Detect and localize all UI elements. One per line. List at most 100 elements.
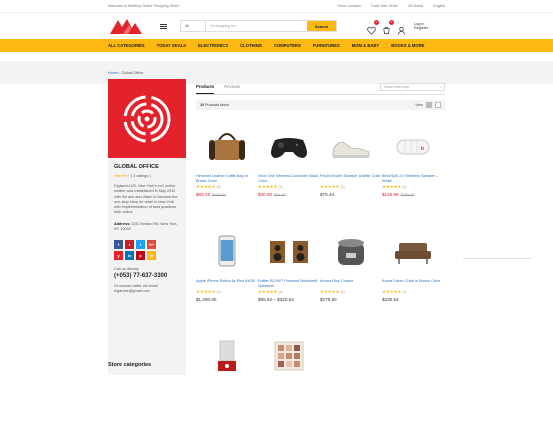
product-card[interactable]: Herschel Leather Duffle Bag In Brown Col… (196, 121, 258, 226)
product-stars: ★★★★★ (382, 289, 402, 294)
vendor-email[interactable]: bigarcee@gmail.com (114, 289, 180, 294)
shop-search-input[interactable]: Search this shop ⌕ (380, 82, 445, 91)
product-stars: ★★★★★ (258, 184, 278, 189)
product-current-price: $85.62 – $320.54 (258, 296, 294, 302)
nav-electronics[interactable]: ELECTRONICS (198, 43, 228, 48)
search-icon[interactable]: ⌕ (440, 85, 442, 89)
product-rating: ★★★★★ (1) (382, 184, 444, 190)
main-content: Products Reviews Search this shop ⌕ 10 Pr… (196, 79, 445, 436)
vendor-description: Digiworld US, New York's no1 online reta… (114, 184, 178, 215)
store-location-link[interactable]: Store Location (337, 4, 360, 8)
pinterest-icon[interactable]: p (136, 251, 145, 261)
product-price: $69.29 $100.00 (196, 192, 258, 197)
product-review-count: (1) (216, 290, 221, 294)
bookshelf-speakers-icon[interactable] (262, 226, 317, 276)
grid-view-icon[interactable] (426, 102, 432, 108)
blender-icon[interactable] (200, 331, 255, 381)
facebook-icon[interactable]: f (114, 240, 123, 250)
product-current-price: $69.29 (196, 191, 211, 197)
user-icon[interactable] (397, 22, 406, 35)
social-links: f t t G+ y in p G (114, 240, 166, 261)
currency-select[interactable]: US Dollar (408, 4, 423, 8)
search-input[interactable]: I'm shopping for... (206, 21, 307, 31)
products-found-label: Products found (205, 103, 230, 107)
cart-count: 0 (389, 19, 394, 25)
martfury-logo[interactable] (108, 16, 148, 36)
sofa-icon[interactable] (386, 226, 441, 276)
wishlist-icon[interactable]: 0 (367, 19, 379, 35)
vendor-name: GLOBAL OFFICE (114, 164, 159, 170)
product-review-count: (1) (402, 185, 407, 189)
product-rating: ★★★★★ (1) (258, 184, 320, 190)
smartphone-icon[interactable] (200, 226, 255, 276)
youtube-icon[interactable]: y (114, 251, 123, 261)
vendor-address: Address: 325 Orchard Str, New York, NY 1… (114, 222, 180, 233)
product-rating: ★★★★★ (2) (196, 184, 258, 190)
product-rating: ★★★★★ (1) (258, 289, 320, 295)
makeup-palette-icon[interactable] (262, 331, 317, 381)
search-category-select[interactable]: All (181, 21, 206, 31)
product-review-count: (1) (402, 290, 407, 294)
list-view-icon[interactable] (435, 102, 441, 108)
divider (463, 258, 531, 259)
game-controller-icon[interactable] (262, 121, 317, 171)
product-name[interactable]: Korea Fabric Chair In Brown Color (382, 279, 444, 288)
cart-icon[interactable]: 0 (382, 19, 394, 34)
sneaker-icon[interactable] (324, 121, 379, 171)
duffle-bag-icon[interactable] (200, 121, 255, 171)
product-name[interactable]: Edifier R1280T Powered Bookshelf Speaker… (258, 279, 320, 288)
search-button[interactable]: Search (307, 21, 336, 31)
login-register: Log in Register (414, 22, 428, 31)
tumblr-icon[interactable]: t (125, 240, 134, 250)
menu-icon[interactable] (160, 23, 167, 29)
call-label: Call us directly (114, 267, 139, 272)
products-found-count: 10 (200, 103, 204, 107)
nav-today-deals[interactable]: TODAY DEALS (157, 43, 186, 48)
product-card[interactable]: Edifier R1280T Powered Bookshelf Speaker… (258, 226, 320, 331)
product-card[interactable]: Xbox One Wireless Controller Black Color… (258, 121, 320, 226)
track-order-link[interactable]: Track Your Order (371, 4, 398, 8)
vendor-phone[interactable]: (+053) 77-637-3300 (114, 273, 180, 279)
product-price: $85.62 – $320.54 (258, 297, 320, 302)
product-name[interactable]: Apple iPhone Retina 6s Plus 64GB (196, 279, 258, 288)
breadcrumb-home[interactable]: Home (108, 71, 118, 75)
nav-computers[interactable]: COMPUTERS (274, 43, 301, 48)
rice-cooker-icon[interactable] (324, 226, 379, 276)
language-select[interactable]: English (433, 4, 445, 8)
product-rating: ★★★★★ (1) (320, 289, 382, 295)
product-price: $279.50 (320, 297, 382, 302)
product-name[interactable]: Paul's Brooth Sneaker Unihite Color (320, 174, 382, 183)
product-name[interactable]: Beat Spill 2.0 Wireless Speaker – White (382, 174, 444, 183)
product-stars: ★★★★★ (320, 184, 340, 189)
nav-furnitures[interactable]: FURNITURES (313, 43, 340, 48)
product-name[interactable]: Aroma Rice Cooker (320, 279, 382, 288)
register-link[interactable]: Register (414, 26, 428, 31)
product-card[interactable] (258, 331, 320, 436)
product-name[interactable]: Xbox One Wireless Controller Black Color (258, 174, 320, 183)
nav-clothing[interactable]: CLOTHING (240, 43, 262, 48)
product-card[interactable]: Apple iPhone Retina 6s Plus 64GB ★★★★★ (1… (196, 226, 258, 331)
vendor-info: GLOBAL OFFICE ★★★★☆ ( 3 ratings ) Digiwo… (108, 158, 186, 375)
google-plus-icon[interactable]: G+ (147, 240, 156, 250)
vendor-stars: ★★★★☆ (114, 173, 130, 178)
linkedin-icon[interactable]: in (125, 251, 134, 261)
product-stars: ★★★★★ (258, 289, 278, 294)
breadcrumb-current: Global Office (121, 70, 144, 75)
product-name[interactable]: Herschel Leather Duffle Bag In Brown Col… (196, 174, 258, 183)
vendor-rating: ★★★★☆ ( 3 ratings ) (114, 173, 180, 178)
nav-books-more[interactable]: BOOKS & MORE (391, 43, 424, 48)
nav-mom-baby[interactable]: MOM & BABY (352, 43, 379, 48)
product-card[interactable]: Paul's Brooth Sneaker Unihite Color ★★★★★… (320, 121, 382, 226)
top-bar: Welcome to Martfury Online Shopping Stor… (0, 0, 553, 13)
google-icon[interactable]: G (147, 251, 156, 261)
twitter-icon[interactable]: t (136, 240, 145, 250)
nav-all-categories[interactable]: ALL CATEGORIES (108, 43, 145, 48)
tab-products[interactable]: Products (196, 80, 215, 94)
speaker-icon[interactable]: b (386, 121, 441, 171)
tab-reviews[interactable]: Reviews (224, 80, 240, 93)
product-card[interactable]: b Beat Spill 2.0 Wireless Speaker – White… (382, 121, 444, 226)
product-card[interactable]: Korea Fabric Chair In Brown Color ★★★★★ (… (382, 226, 444, 331)
product-card[interactable]: Aroma Rice Cooker ★★★★★ (1) $279.50 (320, 226, 382, 331)
view-label: View (415, 103, 423, 107)
product-card[interactable] (196, 331, 258, 436)
